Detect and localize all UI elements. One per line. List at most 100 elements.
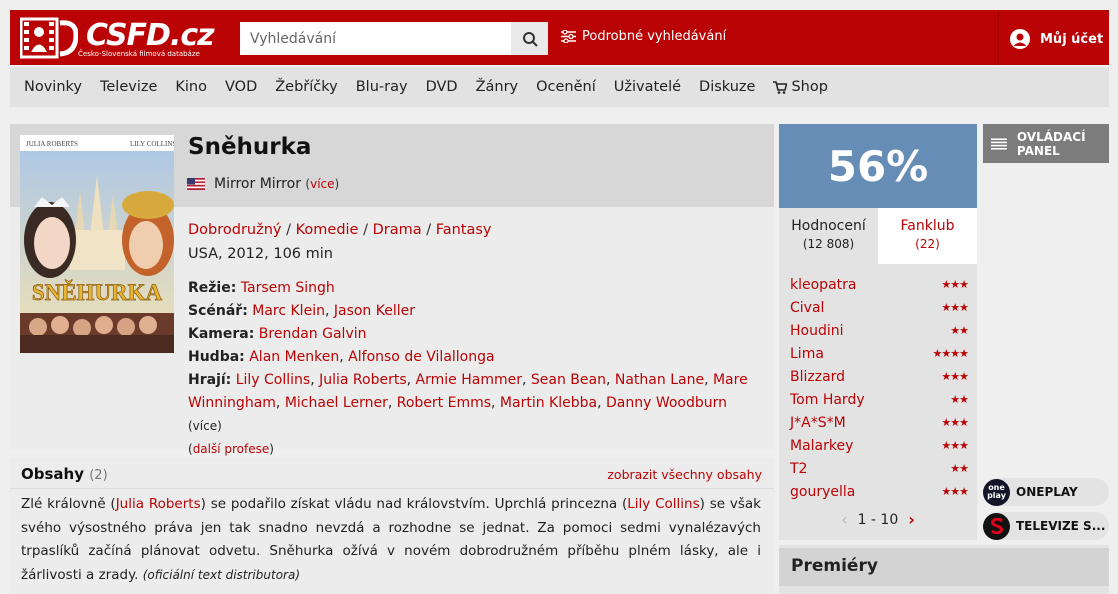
original-title: Mirror Mirror (více): [214, 176, 339, 192]
tab-fanclub-count: (22): [915, 237, 940, 251]
more-titles-link[interactable]: (více): [305, 177, 339, 191]
actor-link[interactable]: Martin Klebba: [500, 395, 597, 411]
star-rating: ★★★: [941, 439, 969, 452]
advanced-search-link[interactable]: Podrobné vyhledávání: [561, 29, 726, 44]
nav-oceneni[interactable]: Ocenění: [536, 79, 596, 95]
user-link[interactable]: Lima: [790, 346, 824, 362]
original-title-row: Mirror Mirror (více): [187, 176, 339, 192]
plot-source: (oficiální text distributora): [142, 567, 301, 582]
header-divider: [998, 10, 999, 65]
usa-flag-icon: [187, 178, 205, 190]
search-button[interactable]: [511, 22, 548, 55]
user-link[interactable]: Tom Hardy: [790, 392, 865, 408]
nav-novinky[interactable]: Novinky: [24, 79, 82, 95]
actor-link[interactable]: Danny Woodburn: [606, 395, 727, 411]
nav-vod[interactable]: VOD: [225, 79, 257, 95]
nav-bluray[interactable]: Blu-ray: [356, 79, 408, 95]
search-input[interactable]: [240, 22, 510, 55]
composer-link[interactable]: Alan Menken: [249, 349, 339, 365]
cast-row: Hrají: Lily Collins, Julia Roberts, Armi…: [188, 372, 748, 433]
user-rating-row: T2 ★★: [790, 457, 969, 480]
nav-shop[interactable]: Shop: [773, 79, 828, 95]
site-logo[interactable]: CSFD.cz Česko-Slovenská filmová databáze: [20, 17, 215, 61]
user-link[interactable]: Cival: [790, 300, 824, 316]
nav-dvd[interactable]: DVD: [426, 79, 458, 95]
user-rating-row: gouryella ★★★: [790, 480, 969, 503]
plot-count: (2): [89, 468, 108, 483]
control-panel-label: OVLÁDACÍ PANEL: [1016, 129, 1086, 158]
actor-link[interactable]: Julia Roberts: [319, 372, 407, 388]
star-rating: ★★★★: [932, 347, 969, 360]
actor-link[interactable]: Julia Roberts: [116, 496, 201, 512]
nav-uzivatele[interactable]: Uživatelé: [614, 79, 681, 95]
vod-label: ONEPLAY: [1016, 485, 1078, 499]
user-avatar-icon: [1010, 29, 1030, 49]
more-titles-link-label: více: [310, 177, 335, 191]
control-panel-button[interactable]: OVLÁDACÍ PANEL: [983, 124, 1109, 163]
televize-seznam-logo-icon: [983, 512, 1010, 540]
genre-link[interactable]: Fantasy: [436, 222, 492, 238]
writer-link[interactable]: Marc Klein: [252, 303, 325, 319]
composer-link[interactable]: Alfonso de Vilallonga: [348, 349, 494, 365]
plot-title: Obsahy (2): [21, 465, 108, 483]
account-button[interactable]: Můj účet: [1010, 29, 1103, 49]
user-link[interactable]: J*A*S*M: [790, 415, 846, 431]
more-professions-link[interactable]: další profese: [193, 442, 270, 456]
star-rating: ★★: [950, 324, 969, 337]
user-rating-row: Lima ★★★★: [790, 342, 969, 365]
writer-link[interactable]: Jason Keller: [334, 303, 415, 319]
vod-televize[interactable]: TELEVIZE S...: [983, 512, 1109, 540]
plot-text-part: Zlé královně (: [21, 496, 116, 512]
user-rating-row: Houdini ★★: [790, 319, 969, 342]
plot-header: Obsahy (2) zobrazit všechny obsahy: [10, 458, 774, 489]
plot-text-part: ) se podařilo získat vládu nad královstv…: [200, 496, 628, 512]
film-origin: USA, 2012, 106 min: [188, 246, 333, 262]
logo-wordmark: CSFD.cz: [86, 18, 215, 53]
user-link[interactable]: kleopatra: [790, 277, 856, 293]
nav-diskuze[interactable]: Diskuze: [699, 79, 755, 95]
user-link[interactable]: Houdini: [790, 323, 844, 339]
camera-row: Kamera: Brendan Galvin: [188, 323, 748, 346]
nav-kino[interactable]: Kino: [175, 79, 207, 95]
nav-shop-label: Shop: [791, 79, 828, 95]
actor-link[interactable]: Lily Collins: [627, 496, 699, 512]
genre-link[interactable]: Dobrodružný: [188, 222, 282, 238]
user-link[interactable]: T2: [790, 461, 807, 477]
writers-row: Scénář: Marc Klein, Jason Keller: [188, 303, 415, 319]
poster-image: JULIA ROBERTS LILY COLLINS SNĚHURKA: [20, 135, 174, 353]
user-link[interactable]: gouryella: [790, 484, 855, 500]
director-link[interactable]: Tarsem Singh: [241, 280, 335, 296]
tab-fanclub[interactable]: Fanklub (22): [878, 208, 977, 264]
nav-zebricky[interactable]: Žebříčky: [275, 79, 337, 95]
actor-link[interactable]: Lily Collins: [236, 372, 311, 388]
star-rating: ★★★: [941, 301, 969, 314]
vod-oneplay[interactable]: one play ONEPLAY: [983, 478, 1109, 506]
genre-link[interactable]: Drama: [373, 222, 422, 238]
film-creators: Režie: Tarsem Singh Scénář: Marc Klein, …: [188, 277, 748, 461]
user-link[interactable]: Malarkey: [790, 438, 853, 454]
genres: Dobrodružný / Komedie / Drama / Fantasy: [188, 222, 492, 238]
actor-link[interactable]: Michael Lerner: [285, 395, 388, 411]
more-cast-link[interactable]: (více): [188, 419, 222, 433]
actor-link[interactable]: Nathan Lane: [615, 372, 704, 388]
actor-link[interactable]: Armie Hammer: [416, 372, 522, 388]
pager-next-icon[interactable]: ›: [908, 510, 915, 529]
user-ratings-list: kleopatra ★★★ Cival ★★★ Houdini ★★ Lima ★★★★ Bli…: [790, 273, 969, 503]
genre-link[interactable]: Komedie: [296, 222, 359, 238]
actor-link[interactable]: Robert Emms: [397, 395, 491, 411]
tab-ratings-count: (12 808): [802, 237, 855, 251]
tab-ratings[interactable]: Hodnocení (12 808): [779, 208, 878, 264]
cast-label: Hrají:: [188, 372, 232, 388]
star-rating: ★★★: [941, 278, 969, 291]
actor-link[interactable]: Sean Bean: [531, 372, 606, 388]
nav-televize[interactable]: Televize: [100, 79, 157, 95]
top-header: CSFD.cz Česko-Slovenská filmová databáze…: [10, 10, 1109, 65]
nav-zanry[interactable]: Žánry: [476, 79, 519, 95]
user-link[interactable]: Blizzard: [790, 369, 845, 385]
oneplay-logo-icon: one play: [983, 478, 1010, 506]
film-poster[interactable]: JULIA ROBERTS LILY COLLINS SNĚHURKA: [20, 135, 174, 353]
logo-subtitle: Česko-Slovenská filmová databáze: [78, 50, 200, 58]
camera-link[interactable]: Brendan Galvin: [259, 326, 367, 342]
directors-label: Režie:: [188, 280, 237, 296]
show-all-plots-link[interactable]: zobrazit všechny obsahy: [607, 467, 762, 482]
